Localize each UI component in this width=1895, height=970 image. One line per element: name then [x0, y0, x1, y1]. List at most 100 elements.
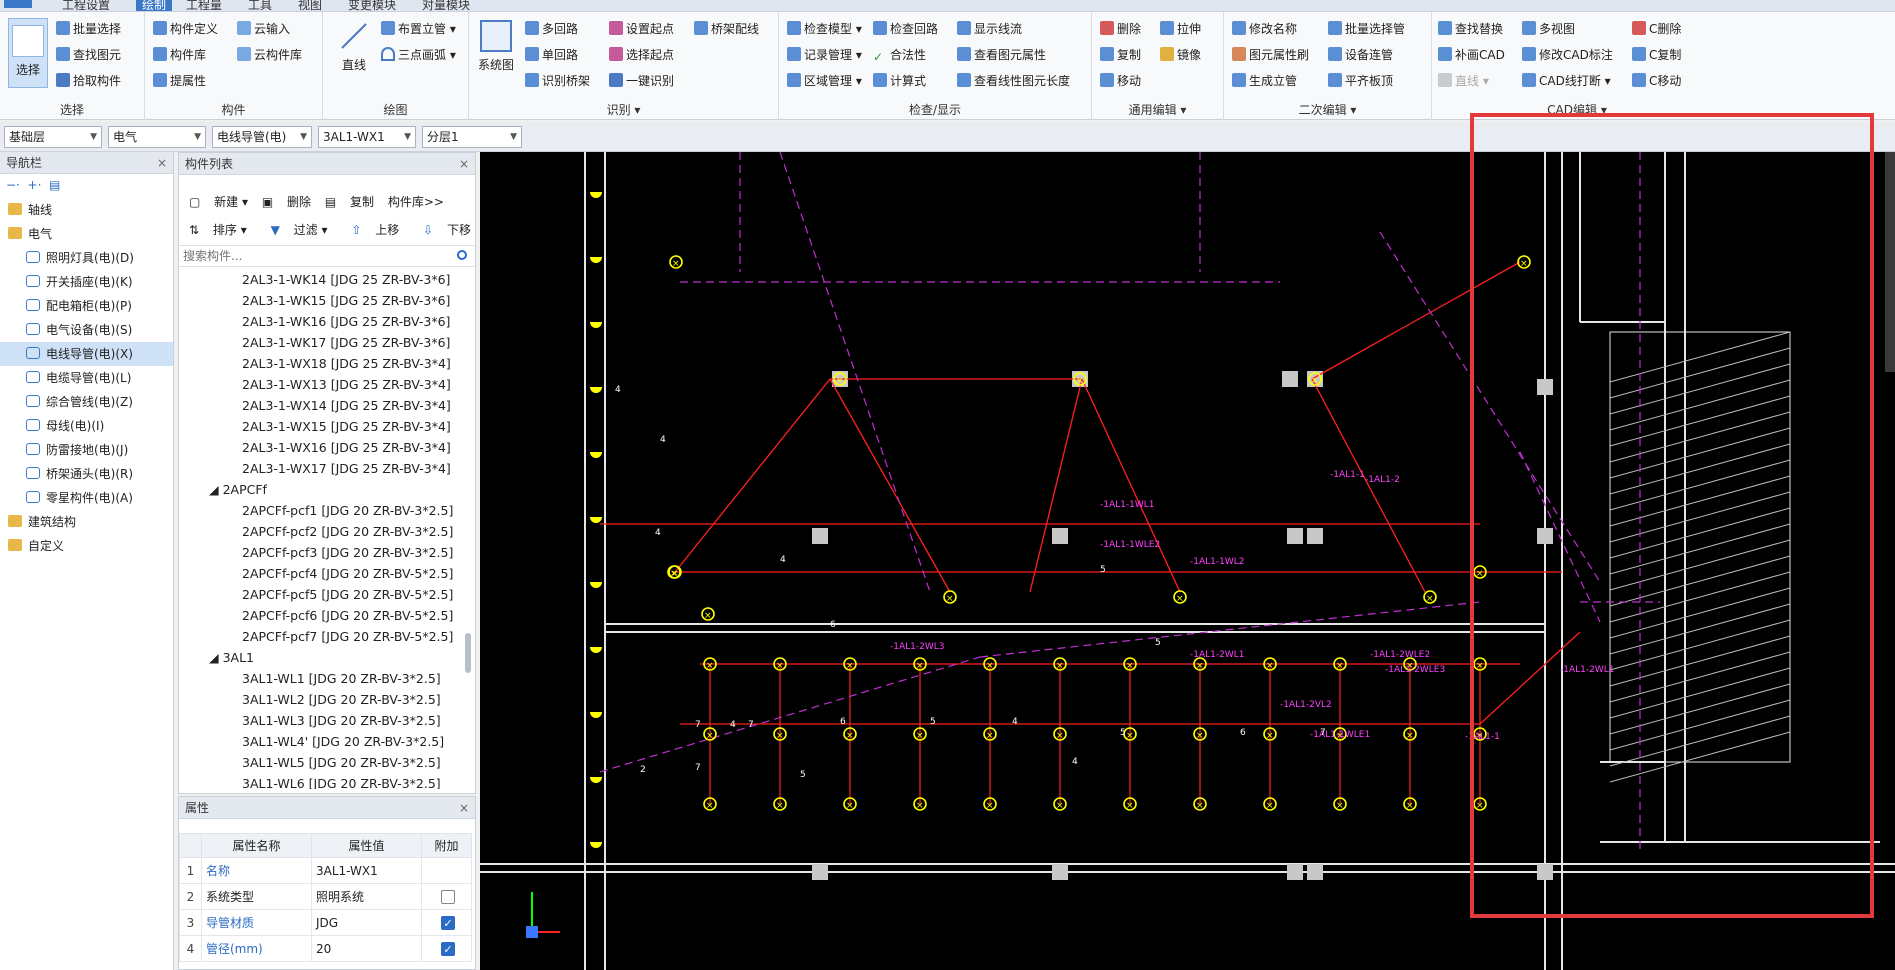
move-up-button[interactable]: ⇧ 上移: [341, 217, 399, 243]
component-select[interactable]: 3AL1-WX1 ▼: [318, 126, 416, 148]
nav-tree-item[interactable]: 开关插座(电)(K): [0, 270, 173, 294]
property-checkbox[interactable]: ✓: [441, 915, 455, 930]
component-library-button[interactable]: 构件库: [153, 44, 206, 66]
component-row[interactable]: 2APCFf-pcf5 [JDG 20 ZR-BV-5*2.5]: [179, 584, 459, 605]
component-row[interactable]: 3AL1-WL5 [JDG 20 ZR-BV-3*2.5]: [179, 752, 459, 773]
c-copy-button[interactable]: C复制: [1632, 44, 1681, 66]
component-group-row[interactable]: ◢ 2APCFf: [179, 479, 459, 500]
check-model-button[interactable]: 检查模型 ▾: [787, 18, 862, 40]
validity-button[interactable]: ✓ 合法性: [873, 44, 926, 66]
component-row[interactable]: 2APCFf-pcf7 [JDG 20 ZR-BV-5*2.5]: [179, 626, 459, 647]
delete-button[interactable]: 删除: [1100, 18, 1141, 40]
close-icon[interactable]: ×: [157, 152, 167, 174]
component-library-link[interactable]: 构件库>>: [388, 189, 444, 215]
nav-tree-item[interactable]: 综合管线(电)(Z): [0, 390, 173, 414]
tab-quantity[interactable]: 工程量: [186, 0, 222, 11]
property-value[interactable]: JDG: [311, 909, 422, 936]
c-delete-button[interactable]: C删除: [1632, 18, 1681, 40]
component-row[interactable]: 2AL3-1-WX16 [JDG 25 ZR-BV-3*4]: [179, 437, 459, 458]
check-circuit-button[interactable]: 检查回路: [873, 18, 938, 40]
copy-button[interactable]: 复制: [1100, 44, 1141, 66]
tab-compare-module[interactable]: 对量模块: [422, 0, 470, 11]
cloud-library-button[interactable]: 云构件库: [237, 44, 302, 66]
tab-project-settings[interactable]: 工程设置: [62, 0, 110, 11]
modify-cad-annotation-button[interactable]: 修改CAD标注: [1522, 44, 1613, 66]
floor-select[interactable]: 基础层 ▼: [4, 126, 102, 148]
pick-component-button[interactable]: 拾取构件: [56, 70, 121, 92]
multi-view-button[interactable]: 多视图: [1522, 18, 1575, 40]
list-scrollbar[interactable]: [465, 633, 471, 673]
show-flow-button[interactable]: 显示线流: [957, 18, 1022, 40]
sort-button[interactable]: ⇅ 排序 ▾: [189, 217, 247, 243]
batch-select-button[interactable]: 批量选择: [56, 18, 121, 40]
new-component-button[interactable]: ▢ 新建 ▾: [189, 189, 248, 215]
type-select[interactable]: 电线导管(电) ▼: [212, 126, 312, 148]
component-row[interactable]: 3AL1-WL1 [JDG 20 ZR-BV-3*2.5]: [179, 668, 459, 689]
view-line-length-button[interactable]: 查看线性图元长度: [957, 70, 1070, 92]
app-logo[interactable]: [4, 0, 32, 8]
component-row[interactable]: 3AL1-WL2 [JDG 20 ZR-BV-3*2.5]: [179, 689, 459, 710]
view-element-props-button[interactable]: 查看图元属性: [957, 44, 1046, 66]
component-row[interactable]: 2AL3-1-WX18 [JDG 25 ZR-BV-3*4]: [179, 353, 459, 374]
batch-select-pipe-button[interactable]: 批量选择管: [1328, 18, 1405, 40]
property-checkbox[interactable]: [441, 889, 455, 904]
flush-slab-top-button[interactable]: 平齐板顶: [1328, 70, 1393, 92]
nav-tree-item[interactable]: 母线(电)(I): [0, 414, 173, 438]
nav-tree-item[interactable]: 轴线: [0, 198, 173, 222]
one-click-identify-button[interactable]: 一键识别: [609, 70, 674, 92]
filter-button[interactable]: ▼ 过滤 ▾: [261, 217, 328, 243]
property-row[interactable]: 4 管径(mm) 20 ✓: [179, 935, 472, 962]
generate-riser-button[interactable]: 生成立管: [1232, 70, 1297, 92]
element-brush-button[interactable]: 图元属性刷: [1232, 44, 1309, 66]
component-row[interactable]: 2AL3-1-WK17 [JDG 25 ZR-BV-3*6]: [179, 332, 459, 353]
nav-tree-item[interactable]: 自定义: [0, 534, 173, 558]
single-circuit-button[interactable]: 单回路: [525, 44, 578, 66]
system-diagram-button[interactable]: 系统图: [475, 20, 517, 73]
extract-attribute-button[interactable]: 提属性: [153, 70, 206, 92]
property-row[interactable]: 3 导管材质 JDG ✓: [179, 909, 472, 936]
sublayer-select[interactable]: 分层1 ▼: [422, 126, 522, 148]
nav-tree-item[interactable]: 电缆导管(电)(L): [0, 366, 173, 390]
record-manage-button[interactable]: 记录管理 ▾: [787, 44, 862, 66]
choose-start-button[interactable]: 选择起点: [609, 44, 674, 66]
c-move-button[interactable]: C移动: [1632, 70, 1681, 92]
tray-wiring-button[interactable]: 桥架配线: [694, 18, 759, 40]
component-row[interactable]: 3AL1-WL6 [JDG 20 ZR-BV-3*2.5]: [179, 773, 459, 789]
three-point-arc-button[interactable]: 三点画弧 ▾: [381, 44, 456, 66]
area-manage-button[interactable]: 区域管理 ▾: [787, 70, 862, 92]
property-value[interactable]: 照明系统: [311, 883, 422, 910]
component-define-button[interactable]: 构件定义: [153, 18, 218, 40]
cad-line-break-button[interactable]: CAD线打断 ▾: [1522, 70, 1611, 92]
component-row[interactable]: 3AL1-WL3 [JDG 20 ZR-BV-3*2.5]: [179, 710, 459, 731]
component-row[interactable]: 3AL1-WL4' [JDG 20 ZR-BV-3*2.5]: [179, 731, 459, 752]
formula-button[interactable]: 计算式: [873, 70, 926, 92]
component-row[interactable]: 2AL3-1-WK16 [JDG 25 ZR-BV-3*6]: [179, 311, 459, 332]
rename-button[interactable]: 修改名称: [1232, 18, 1297, 40]
component-row[interactable]: 2APCFf-pcf1 [JDG 20 ZR-BV-3*2.5]: [179, 500, 459, 521]
component-search-input[interactable]: [179, 246, 449, 266]
component-row[interactable]: 2AL3-1-WX13 [JDG 25 ZR-BV-3*4]: [179, 374, 459, 395]
close-icon[interactable]: ×: [459, 153, 469, 175]
expand-all-icon[interactable]: +⋅: [28, 178, 42, 192]
device-connect-button[interactable]: 设备连管: [1328, 44, 1393, 66]
nav-tree-item[interactable]: 电线导管(电)(X): [0, 342, 173, 366]
edit-list-icon[interactable]: ▤: [49, 178, 60, 192]
nav-tree-item[interactable]: 建筑结构: [0, 510, 173, 534]
nav-tree-item[interactable]: 照明灯具(电)(D): [0, 246, 173, 270]
delete-component-button[interactable]: ▣ 删除: [262, 189, 311, 215]
cad-line-button[interactable]: 直线 ▾: [1438, 70, 1489, 92]
mirror-button[interactable]: 镜像: [1160, 44, 1201, 66]
right-side-toolbar[interactable]: [1885, 152, 1895, 372]
drawing-canvas[interactable]: × × × × × × × × × × × × × × × × × × × × × × × × × × × × × × × × × × × × × × × ×…: [480, 152, 1895, 970]
nav-tree-item[interactable]: 防雷接地(电)(J): [0, 438, 173, 462]
nav-tree-item[interactable]: 电气设备(电)(S): [0, 318, 173, 342]
component-row[interactable]: 2AL3-1-WX14 [JDG 25 ZR-BV-3*4]: [179, 395, 459, 416]
discipline-select[interactable]: 电气 ▼: [108, 126, 206, 148]
copy-component-button[interactable]: ▤ 复制: [325, 189, 374, 215]
find-element-button[interactable]: 查找图元: [56, 44, 121, 66]
component-row[interactable]: 2AL3-1-WK15 [JDG 25 ZR-BV-3*6]: [179, 290, 459, 311]
component-row[interactable]: 2APCFf-pcf6 [JDG 20 ZR-BV-5*2.5]: [179, 605, 459, 626]
nav-tree-item[interactable]: 配电箱柜(电)(P): [0, 294, 173, 318]
collapse-all-icon[interactable]: −⋅: [6, 178, 20, 192]
cad-drawing[interactable]: × × × × × × × × × × × × × × × × × × × × × × × × × × × × × × × × × × × × × × × ×…: [480, 152, 1895, 970]
